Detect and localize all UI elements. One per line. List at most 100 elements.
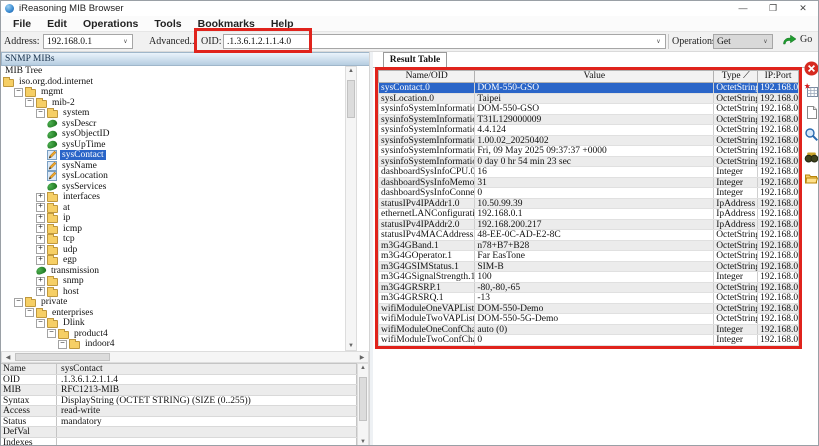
tree-node-sysdescr[interactable]: sysDescr [1, 119, 345, 130]
table-row[interactable]: sysContact.0DOM-550-GSOOctetString192.16… [378, 83, 799, 94]
menu-file[interactable]: File [5, 18, 39, 30]
table-row[interactable]: statusIPv4IPAddr2.0192.168.200.217IpAddr… [378, 220, 799, 231]
expand-icon[interactable]: + [36, 277, 45, 286]
tree-node-interfaces[interactable]: +interfaces [1, 192, 345, 203]
tree-node-sysobjectid[interactable]: sysObjectID [1, 129, 345, 140]
scrollbar-thumb[interactable] [347, 80, 355, 118]
scroll-down-icon[interactable]: ▼ [346, 343, 356, 349]
expand-icon[interactable]: + [36, 245, 45, 254]
tree-node-transmission[interactable]: transmission [1, 266, 345, 277]
add-table-icon[interactable] [804, 83, 819, 98]
table-row[interactable]: wifiModuleOneConfChann...auto (0)Integer… [378, 325, 799, 336]
tree-node-enterprises[interactable]: −enterprises [1, 308, 345, 319]
scroll-up-icon[interactable]: ▲ [346, 68, 356, 74]
table-row[interactable]: ethernetLANConfiguration...192.168.0.1Ip… [378, 209, 799, 220]
tree-node-syslocation[interactable]: sysLocation [1, 171, 345, 182]
chevron-down-icon[interactable]: ∨ [119, 38, 132, 45]
table-row[interactable]: sysinfoSystemInformationF...1.00.02_2025… [378, 136, 799, 147]
properties-vertical-scrollbar[interactable]: ▲ ▼ [357, 363, 369, 446]
operations-value[interactable] [714, 37, 759, 47]
table-row[interactable]: sysinfoSystemInformation...DOM-550-GSOOc… [378, 104, 799, 115]
menu-bookmarks[interactable]: Bookmarks [190, 18, 263, 30]
tree-node-tcp[interactable]: +tcp [1, 234, 345, 245]
table-row[interactable]: m3G4GSignalStrength.1100Integer192.168.0… [378, 272, 799, 283]
tree-node-sysservices[interactable]: sysServices [1, 182, 345, 193]
chevron-down-icon[interactable]: ∨ [759, 38, 772, 45]
minimize-icon[interactable]: — [728, 1, 758, 16]
tree-node-udp[interactable]: +udp [1, 245, 345, 256]
expand-icon[interactable]: + [36, 193, 45, 202]
table-row[interactable]: sysinfoSystemInformation...0 day 0 hr 54… [378, 157, 799, 168]
tree-node-mgmt[interactable]: −mgmt [1, 87, 345, 98]
table-row[interactable]: m3G4GBand.1n78+B7+B28OctetString192.168.… [378, 241, 799, 252]
table-row[interactable]: sysLocation.0TaipeiOctetString192.168.0.… [378, 94, 799, 105]
expand-icon[interactable]: + [36, 214, 45, 223]
oid-combobox[interactable]: ∨ [223, 34, 666, 49]
panel-divider[interactable] [369, 52, 373, 446]
scroll-left-icon[interactable]: ◀ [4, 354, 12, 361]
table-row[interactable]: m3G4GRSRQ.1-13OctetString192.168.0.... [378, 293, 799, 304]
expand-icon[interactable]: + [36, 256, 45, 265]
table-row[interactable]: wifiModuleTwoVAPListSS...DOM-550-5G-Demo… [378, 314, 799, 325]
table-row[interactable]: dashboardSysInfoCPU.016Integer192.168.0.… [378, 167, 799, 178]
tree-node-iso-org-dod-internet[interactable]: iso.org.dod.internet [1, 77, 345, 88]
table-row[interactable]: m3G4GOperator.1Far EasToneOctetString192… [378, 251, 799, 262]
tree-node-host[interactable]: +host [1, 287, 345, 298]
table-row[interactable]: sysinfoSystemInformationS...Fri, 09 May … [378, 146, 799, 157]
tree-node-syscontact[interactable]: sysContact [1, 150, 345, 161]
close-window-icon[interactable]: ✕ [788, 1, 818, 16]
table-row[interactable]: m3G4GRSRP.1-80,-80,-65OctetString192.168… [378, 283, 799, 294]
tree-node-dlink[interactable]: −Dlink [1, 318, 345, 329]
oid-input[interactable] [224, 37, 652, 47]
tab-result-table[interactable]: Result Table [383, 52, 447, 67]
collapse-icon[interactable]: − [14, 88, 23, 97]
expand-icon[interactable]: + [36, 235, 45, 244]
tree-node-product4[interactable]: −product4 [1, 329, 345, 340]
collapse-icon[interactable]: − [47, 329, 56, 338]
scroll-down-icon[interactable]: ▼ [358, 439, 368, 445]
collapse-icon[interactable]: − [36, 109, 45, 118]
column-header-type[interactable]: Type ⟋ [714, 71, 758, 82]
tree-node-private[interactable]: −private [1, 297, 345, 308]
scrollbar-thumb[interactable] [359, 377, 367, 421]
collapse-icon[interactable]: − [14, 298, 23, 307]
menu-operations[interactable]: Operations [75, 18, 146, 30]
binoculars-icon[interactable] [804, 149, 819, 164]
maximize-icon[interactable]: ❐ [758, 1, 788, 16]
tree-node-sysuptime[interactable]: sysUpTime [1, 140, 345, 151]
tree-vertical-scrollbar[interactable]: ▲ ▼ [345, 66, 357, 351]
table-row[interactable]: statusIPv4MACAddress2.048-EE-0C-AD-E2-8C… [378, 230, 799, 241]
open-folder-icon[interactable] [804, 171, 819, 186]
tree-node-indoor4[interactable]: −indoor4 [1, 339, 345, 350]
table-row[interactable]: sysinfoSystemInformation...T31L129000009… [378, 115, 799, 126]
tree-node-mib-tree[interactable]: MIB Tree [1, 66, 345, 77]
table-row[interactable]: dashboardSysInfoMemory.031Integer192.168… [378, 178, 799, 189]
scroll-up-icon[interactable]: ▲ [358, 365, 368, 371]
advanced-button[interactable]: Advanced... [149, 36, 197, 47]
tree-node-sysname[interactable]: sysName [1, 161, 345, 172]
tree-node-ip[interactable]: +ip [1, 213, 345, 224]
table-row[interactable]: wifiModuleTwoConfChan...0Integer192.168.… [378, 335, 799, 346]
table-row[interactable]: dashboardSysInfoConnecti...0Integer192.1… [378, 188, 799, 199]
expand-icon[interactable]: + [36, 224, 45, 233]
tree-horizontal-scrollbar[interactable]: ◀ ▶ [1, 351, 369, 363]
scrollbar-thumb[interactable] [15, 353, 110, 361]
collapse-icon[interactable]: − [58, 340, 67, 349]
menu-edit[interactable]: Edit [39, 18, 75, 30]
table-row[interactable]: wifiModuleOneVAPListSSI...DOM-550-DemoOc… [378, 304, 799, 315]
menu-tools[interactable]: Tools [146, 18, 189, 30]
address-input[interactable] [44, 37, 119, 47]
table-row[interactable]: sysinfoSystemInformation...4.4.124OctetS… [378, 125, 799, 136]
tree-node-system[interactable]: −system [1, 108, 345, 119]
expand-icon[interactable]: + [36, 287, 45, 296]
collapse-icon[interactable]: − [25, 98, 34, 107]
table-row[interactable]: m3G4GSIMStatus.1SIM-BOctetString192.168.… [378, 262, 799, 273]
tree-node-mib-2[interactable]: −mib-2 [1, 98, 345, 109]
expand-icon[interactable]: + [36, 203, 45, 212]
column-header-name-oid[interactable]: Name/OID [379, 71, 475, 82]
tree-node-egp[interactable]: +egp [1, 255, 345, 266]
go-button[interactable]: Go [782, 34, 812, 45]
chevron-down-icon[interactable]: ∨ [652, 38, 665, 45]
tree-node-at[interactable]: +at [1, 203, 345, 214]
column-header-ip-port[interactable]: IP:Port [758, 71, 798, 82]
